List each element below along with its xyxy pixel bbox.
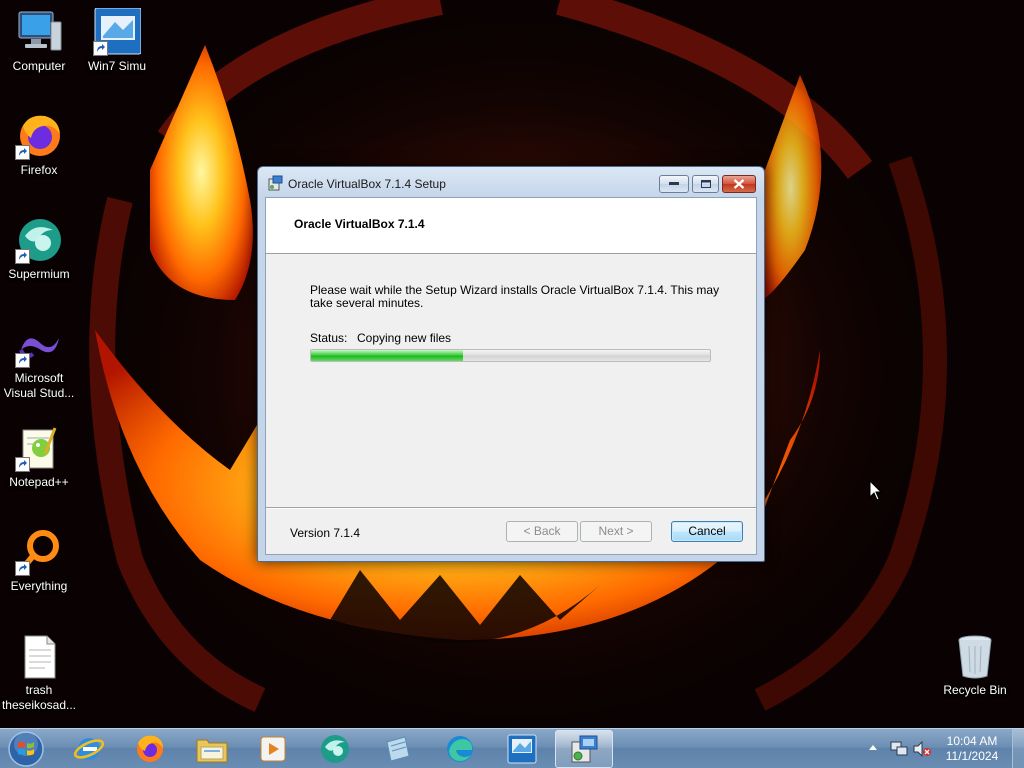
clock-date: 11/1/2024 <box>945 749 999 763</box>
network-icon[interactable] <box>890 741 908 757</box>
desktop-icon-visual-studio[interactable]: Microsoft Visual Stud... <box>0 320 78 401</box>
shortcut-arrow-icon <box>15 145 30 160</box>
visual-studio-icon <box>15 320 63 368</box>
status-value: Copying new files <box>357 331 452 345</box>
win7-simu-icon <box>93 7 142 56</box>
taskbar-setup-installer[interactable] <box>555 730 613 768</box>
text-file-icon <box>15 632 63 680</box>
win7-simu-icon <box>507 734 537 764</box>
taskbar: 10:04 AM 11/1/2024 <box>0 728 1024 768</box>
show-desktop-button[interactable] <box>1012 729 1024 768</box>
installer-icon <box>267 175 283 191</box>
show-hidden-icons-icon[interactable] <box>868 743 878 751</box>
install-description: Please wait while the Setup Wizard insta… <box>310 283 720 310</box>
mouse-cursor-icon <box>869 480 883 501</box>
start-button[interactable] <box>6 730 46 768</box>
desktop-icon-label: Notepad++ <box>9 475 69 489</box>
shortcut-arrow-icon <box>15 249 30 264</box>
install-progress-bar <box>310 349 711 362</box>
windows-logo-icon <box>8 731 44 767</box>
recycle-bin-icon <box>951 632 999 680</box>
installer-icon <box>571 735 598 763</box>
taskbar-notepad[interactable] <box>368 730 426 768</box>
desktop-icon-label: Computer <box>12 59 66 73</box>
next-button[interactable]: Next > <box>580 521 652 542</box>
desktop-icon-label: Supermium <box>8 267 70 281</box>
desktop-icon-label: Everything <box>10 579 68 593</box>
desktop-icon-computer[interactable]: Computer <box>0 8 78 74</box>
desktop-icon-label: Microsoft Visual Stud... <box>3 371 75 400</box>
firefox-icon <box>15 112 63 160</box>
clock-time: 10:04 AM <box>946 734 998 748</box>
back-button[interactable]: < Back <box>506 521 578 542</box>
minimize-icon <box>669 182 679 185</box>
maximize-button[interactable] <box>692 175 719 193</box>
notepadpp-icon <box>15 424 63 472</box>
status-label: Status: <box>310 331 348 345</box>
header-title: Oracle VirtualBox 7.1.4 <box>294 217 425 231</box>
desktop-icon-win7-simu[interactable]: Win7 Simu <box>78 7 156 74</box>
supermium-icon <box>15 216 63 264</box>
title-bar[interactable]: Oracle VirtualBox 7.1.4 Setup <box>258 167 764 197</box>
taskbar-supermium[interactable] <box>306 730 364 768</box>
computer-icon <box>15 8 63 56</box>
shortcut-arrow-icon <box>93 41 108 56</box>
desktop-icon-trash-file[interactable]: trash theseikosad... <box>0 632 78 713</box>
taskbar-edge[interactable] <box>431 730 489 768</box>
version-label: Version 7.1.4 <box>290 526 361 540</box>
cancel-button[interactable]: Cancel <box>671 521 743 542</box>
system-clock[interactable]: 10:04 AM 11/1/2024 <box>936 734 1008 764</box>
footer-divider <box>266 507 756 509</box>
taskbar-win7-simu[interactable] <box>493 730 551 768</box>
desktop-icon-everything[interactable]: Everything <box>0 528 78 594</box>
volume-muted-icon[interactable] <box>913 741 931 757</box>
close-icon <box>733 179 745 189</box>
minimize-button[interactable] <box>659 175 689 193</box>
desktop-icon-label: trash theseikosad... <box>1 683 77 712</box>
taskbar-explorer[interactable] <box>183 730 241 768</box>
notepad-icon <box>386 736 410 762</box>
desktop-icon-label: Firefox <box>20 163 58 177</box>
desktop-icon-supermium[interactable]: Supermium <box>0 216 78 282</box>
taskbar-media-player[interactable] <box>244 730 302 768</box>
ie-icon <box>73 738 105 760</box>
desktop-icon-recycle-bin[interactable]: Recycle Bin <box>936 632 1014 698</box>
setup-window[interactable]: Oracle VirtualBox 7.1.4 Setup Oracle Vir… <box>257 166 765 562</box>
taskbar-firefox[interactable] <box>121 730 179 768</box>
shortcut-arrow-icon <box>15 561 30 576</box>
desktop-icon-firefox[interactable]: Firefox <box>0 112 78 178</box>
everything-icon <box>15 528 63 576</box>
dialog-content: Oracle VirtualBox 7.1.4 Please wait whil… <box>265 197 757 555</box>
desktop-icon-label: Win7 Simu <box>87 59 146 73</box>
explorer-icon <box>196 739 228 763</box>
progress-fill <box>311 350 463 361</box>
supermium-icon <box>321 735 349 763</box>
maximize-icon <box>700 180 711 188</box>
close-button[interactable] <box>722 175 756 193</box>
taskbar-ie[interactable] <box>60 730 118 768</box>
edge-icon <box>447 736 473 762</box>
window-title: Oracle VirtualBox 7.1.4 Setup <box>288 177 446 191</box>
shortcut-arrow-icon <box>15 457 30 472</box>
shortcut-arrow-icon <box>15 353 30 368</box>
desktop-icon-label: Recycle Bin <box>943 683 1007 697</box>
media-player-icon <box>260 736 286 762</box>
firefox-icon <box>137 735 163 762</box>
header-banner: Oracle VirtualBox 7.1.4 <box>266 198 756 254</box>
desktop-icon-notepadpp[interactable]: Notepad++ <box>0 424 78 490</box>
